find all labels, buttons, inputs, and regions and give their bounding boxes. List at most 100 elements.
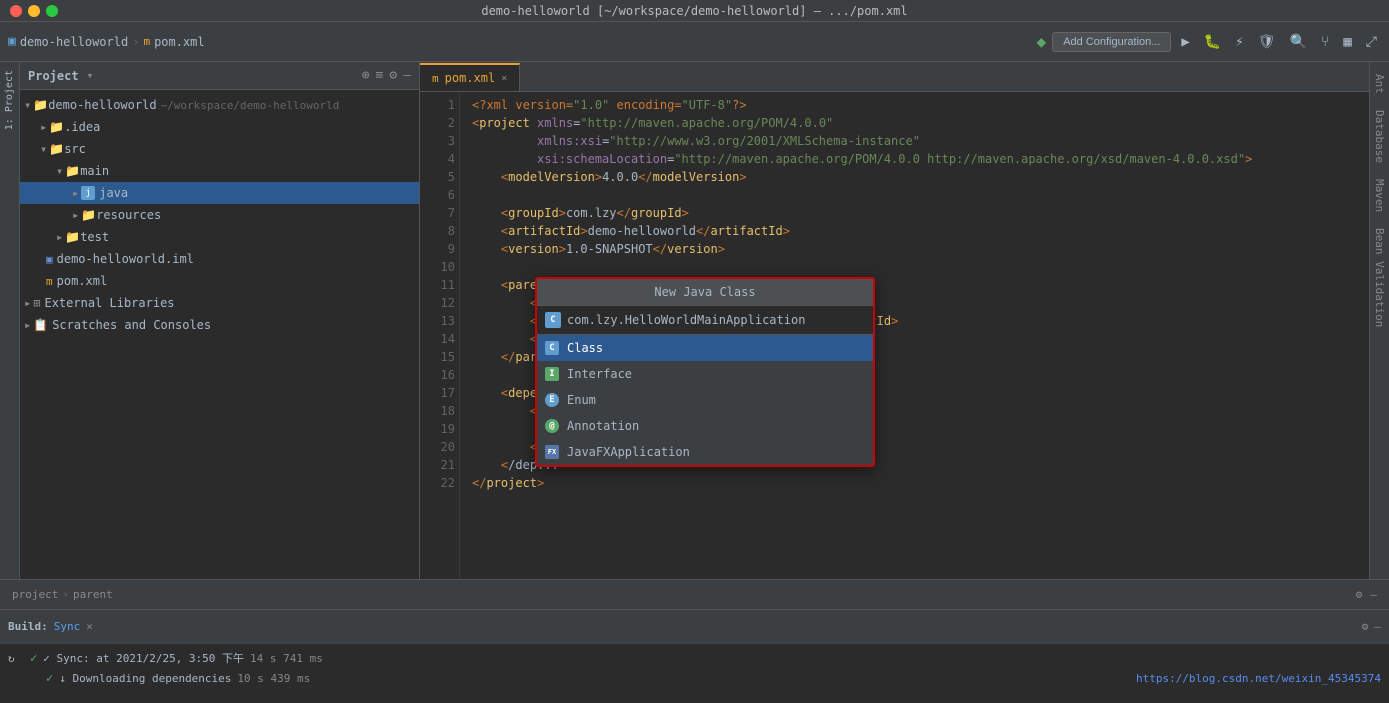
line-numbers: 12345 678910 1112131415 1617181920 2122 xyxy=(420,92,460,579)
folder-icon-idea: 📁 xyxy=(49,120,64,134)
project-panel: Project ▾ ⊕ ≡ ⚙ — ▾ 📁 demo-helloworld ~/… xyxy=(20,62,420,579)
tree-item-scratches[interactable]: ▸ 📋 Scratches and Consoles xyxy=(20,314,419,336)
scope-icon[interactable]: ⊕ xyxy=(362,68,370,83)
status-settings-icon[interactable]: ⚙ xyxy=(1356,588,1363,601)
build-close-button[interactable]: × xyxy=(86,620,93,633)
kotlin-icon: ◆ xyxy=(1037,32,1047,51)
code-line-7: <groupId>com.lzy</groupId> xyxy=(472,204,1357,222)
popup-item-interface[interactable]: I Interface xyxy=(537,361,873,387)
tree-label-extlibs: External Libraries xyxy=(44,296,174,310)
sync-button[interactable]: Sync xyxy=(54,620,81,633)
output-panel: ↻ ✓ ✓ Sync: at 2021/2/25, 3:50 下午 14 s 7… xyxy=(0,643,1389,703)
popup-title: New Java Class xyxy=(537,279,873,306)
expand-arrow-scratches: ▸ xyxy=(24,318,31,332)
tree-item-pom[interactable]: m pom.xml xyxy=(20,270,419,292)
tab-close-button[interactable]: × xyxy=(501,73,507,84)
close-button[interactable] xyxy=(10,5,22,17)
tree-label-resources: resources xyxy=(96,208,161,222)
settings-icon[interactable]: ⚙ xyxy=(389,68,397,83)
breadcrumb-project[interactable]: demo-helloworld xyxy=(20,35,128,49)
output-line-1: ↻ ✓ ✓ Sync: at 2021/2/25, 3:50 下午 14 s 7… xyxy=(8,648,1381,668)
minimize-panel-icon[interactable]: — xyxy=(403,68,411,83)
project-tab[interactable]: 1: Project xyxy=(2,62,17,138)
download-time: 10 s 439 ms xyxy=(237,672,310,685)
enum-icon: E xyxy=(545,393,559,407)
maven-tab[interactable]: Maven xyxy=(1371,171,1388,220)
tree-item-test[interactable]: ▸ 📁 test xyxy=(20,226,419,248)
build-label: Build: xyxy=(8,620,48,633)
annotation-icon: @ xyxy=(545,419,559,433)
pom-icon: m xyxy=(143,35,150,48)
new-class-name-input[interactable] xyxy=(567,313,865,327)
collapse-icon[interactable]: ≡ xyxy=(376,68,384,83)
minimize-button[interactable] xyxy=(28,5,40,17)
tree-item-main[interactable]: ▾ 📁 main xyxy=(20,160,419,182)
run-icon[interactable]: ▶ xyxy=(1177,32,1193,52)
tree-item-root[interactable]: ▾ 📁 demo-helloworld ~/workspace/demo-hel… xyxy=(20,94,419,116)
tree-label-main: main xyxy=(80,164,109,178)
tree-label-idea: .idea xyxy=(64,120,100,134)
editor-tabs: m pom.xml × xyxy=(420,62,1369,92)
expand-arrow-extlibs: ▸ xyxy=(24,296,31,310)
database-tab[interactable]: Database xyxy=(1371,102,1388,171)
extlibs-icon: ⊞ xyxy=(33,296,40,310)
git-icon[interactable]: ⑂ xyxy=(1317,32,1333,52)
panel-icons: ⊕ ≡ ⚙ — xyxy=(362,68,411,83)
add-configuration-button[interactable]: Add Configuration... xyxy=(1052,32,1171,52)
expand-arrow-test: ▸ xyxy=(56,230,63,244)
popup-item-class[interactable]: C Class xyxy=(537,335,873,361)
status-bar-icons: ⚙ — xyxy=(1356,588,1377,601)
status-minimize-icon[interactable]: — xyxy=(1370,588,1377,601)
interface-icon: I xyxy=(545,367,559,381)
tab-pom-xml[interactable]: m pom.xml × xyxy=(420,63,520,91)
bc-arrow-1: › xyxy=(62,588,69,601)
window-controls[interactable] xyxy=(10,5,58,17)
popup-input-row: C xyxy=(537,306,873,335)
folder-icon-main: 📁 xyxy=(65,164,80,178)
layout-icon[interactable]: ▦ xyxy=(1339,32,1355,52)
tree-item-resources[interactable]: ▸ 📁 resources xyxy=(20,204,419,226)
code-line-1: <?xml version="1.0" encoding="UTF-8"?> xyxy=(472,96,1357,114)
expand-arrow-src: ▾ xyxy=(40,142,47,156)
expand-arrow-idea: ▸ xyxy=(40,120,47,134)
popup-item-javafx[interactable]: FX JavaFXApplication xyxy=(537,439,873,465)
new-java-class-popup[interactable]: New Java Class C C Class I xyxy=(535,277,875,467)
panel-title: Project xyxy=(28,69,79,83)
output-line-2: ✓ ↓ Downloading dependencies 10 s 439 ms… xyxy=(8,668,1381,688)
coverage-icon[interactable]: 🛡 xyxy=(1254,32,1280,52)
download-status-text: ↓ Downloading dependencies xyxy=(59,672,231,685)
breadcrumb-file[interactable]: pom.xml xyxy=(154,35,205,49)
tree-item-src[interactable]: ▾ 📁 src xyxy=(20,138,419,160)
iml-icon: ▣ xyxy=(46,253,53,266)
bean-validation-tab[interactable]: Bean Validation xyxy=(1371,220,1388,335)
expand-arrow: ▾ xyxy=(24,98,31,112)
tree-item-java[interactable]: ▸ j java xyxy=(20,182,419,204)
tree-label-src: src xyxy=(64,142,86,156)
tree-item-idea[interactable]: ▸ 📁 .idea xyxy=(20,116,419,138)
editor-area: m pom.xml × 12345 678910 1112131415 1617… xyxy=(420,62,1369,579)
code-line-8: <artifactId>demo-helloworld</artifactId> xyxy=(472,222,1357,240)
popup-item-enum[interactable]: E Enum xyxy=(537,387,873,413)
java-folder-icon: j xyxy=(81,186,95,200)
editor-content: 12345 678910 1112131415 1617181920 2122 … xyxy=(420,92,1369,579)
code-line-4: xsi:schemaLocation="http://maven.apache.… xyxy=(472,150,1357,168)
code-line-9: <version>1.0-SNAPSHOT</version> xyxy=(472,240,1357,258)
code-line-3: xmlns:xsi="http://www.w3.org/2001/XMLSch… xyxy=(472,132,1357,150)
build-settings-icon[interactable]: ⚙ xyxy=(1362,620,1369,633)
build-minimize-icon[interactable]: — xyxy=(1374,620,1381,633)
popup-item-annotation[interactable]: @ Annotation xyxy=(537,413,873,439)
project-icon: ▣ xyxy=(8,34,16,49)
maximize-button[interactable] xyxy=(46,5,58,17)
ant-tab[interactable]: Ant xyxy=(1371,66,1388,102)
tree-item-iml[interactable]: ▣ demo-helloworld.iml xyxy=(20,248,419,270)
profile-icon[interactable]: ⚡ xyxy=(1231,32,1247,52)
debug-icon[interactable]: 🐛 xyxy=(1200,32,1225,52)
enum-label: Enum xyxy=(567,393,596,407)
search-icon[interactable]: 🔍 xyxy=(1286,32,1311,52)
tree-item-extlibs[interactable]: ▸ ⊞ External Libraries xyxy=(20,292,419,314)
code-line-10 xyxy=(472,258,1357,276)
folder-icon-test: 📁 xyxy=(65,230,80,244)
code-line-6 xyxy=(472,186,1357,204)
expand-icon[interactable]: ⤢ xyxy=(1362,32,1381,52)
file-tree: ▾ 📁 demo-helloworld ~/workspace/demo-hel… xyxy=(20,90,419,579)
